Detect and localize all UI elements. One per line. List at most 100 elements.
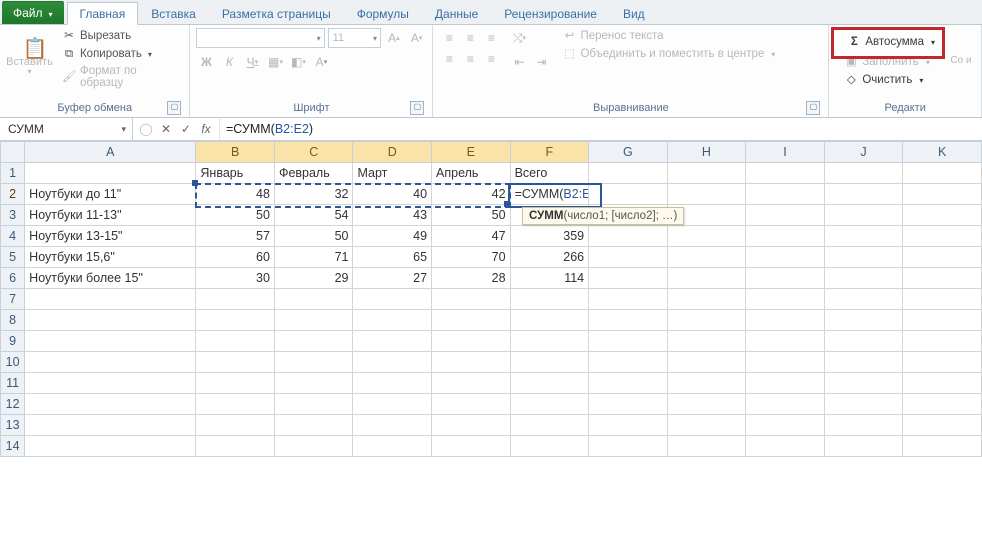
cell[interactable]	[25, 415, 196, 436]
cell[interactable]: 40	[353, 184, 432, 205]
sort-filter-button[interactable]: Со и	[947, 28, 975, 92]
cell[interactable]	[746, 394, 825, 415]
cell[interactable]: Ноутбуки 13-15"	[25, 226, 196, 247]
row-header[interactable]: 7	[1, 289, 25, 310]
cell[interactable]: 42	[432, 184, 511, 205]
cell[interactable]	[903, 436, 982, 457]
col-header-D[interactable]: D	[353, 142, 432, 163]
cell[interactable]	[353, 373, 432, 394]
cell[interactable]	[510, 373, 589, 394]
cell[interactable]	[510, 415, 589, 436]
row-header[interactable]: 4	[1, 226, 25, 247]
row-header[interactable]: 9	[1, 331, 25, 352]
cell[interactable]	[274, 352, 353, 373]
cell[interactable]	[510, 331, 589, 352]
cell[interactable]	[589, 352, 668, 373]
cell[interactable]	[824, 226, 903, 247]
cell[interactable]	[667, 373, 746, 394]
cell[interactable]: 70	[432, 247, 511, 268]
decrease-indent-button[interactable]: ⇤	[509, 52, 529, 72]
cell[interactable]	[432, 373, 511, 394]
cell[interactable]	[274, 310, 353, 331]
cell[interactable]	[903, 268, 982, 289]
cell[interactable]	[589, 163, 668, 184]
cell[interactable]: 60	[196, 247, 275, 268]
tab-file[interactable]: Файл▾	[2, 1, 64, 24]
cell-editing[interactable]: =СУММ(B2:E2)	[510, 184, 589, 205]
cell[interactable]	[432, 310, 511, 331]
cell[interactable]	[589, 310, 668, 331]
cell[interactable]	[589, 268, 668, 289]
align-center-button[interactable]: ≡	[460, 49, 480, 69]
cell[interactable]: 57	[196, 226, 275, 247]
dialog-launcher-icon[interactable]: ▢	[167, 101, 181, 115]
cell[interactable]: Апрель	[432, 163, 511, 184]
cell[interactable]: 27	[353, 268, 432, 289]
cell[interactable]	[274, 415, 353, 436]
tab-insert[interactable]: Вставка	[138, 2, 209, 24]
cell[interactable]	[824, 373, 903, 394]
row-header[interactable]: 12	[1, 394, 25, 415]
cell[interactable]	[25, 310, 196, 331]
cell[interactable]: 266	[510, 247, 589, 268]
cell[interactable]	[510, 310, 589, 331]
cell[interactable]	[274, 436, 353, 457]
cell[interactable]	[667, 352, 746, 373]
cell[interactable]	[510, 289, 589, 310]
tab-review[interactable]: Рецензирование	[491, 2, 610, 24]
cell[interactable]	[510, 352, 589, 373]
formula-input[interactable]: =СУММ(B2:E2)	[220, 122, 982, 136]
align-middle-button[interactable]: ≡	[460, 28, 480, 48]
cell[interactable]	[746, 163, 825, 184]
cell[interactable]	[824, 289, 903, 310]
cell[interactable]	[903, 184, 982, 205]
cell[interactable]: 50	[274, 226, 353, 247]
cell[interactable]	[667, 226, 746, 247]
cell[interactable]	[903, 352, 982, 373]
cell[interactable]	[196, 331, 275, 352]
cell[interactable]	[746, 226, 825, 247]
cell[interactable]	[274, 373, 353, 394]
cell[interactable]: Всего	[510, 163, 589, 184]
cell[interactable]	[353, 415, 432, 436]
dialog-launcher-icon[interactable]: ▢	[410, 101, 424, 115]
cell[interactable]: 30	[196, 268, 275, 289]
cell[interactable]	[589, 184, 668, 205]
cell[interactable]	[196, 436, 275, 457]
cell[interactable]	[746, 436, 825, 457]
cell[interactable]	[589, 415, 668, 436]
cell[interactable]	[824, 415, 903, 436]
row-header[interactable]: 14	[1, 436, 25, 457]
row-header[interactable]: 10	[1, 352, 25, 373]
cell[interactable]	[667, 247, 746, 268]
clear-button[interactable]: ◇Очистить▾	[841, 72, 941, 88]
font-color-button[interactable]: A▾	[311, 52, 331, 72]
cell[interactable]	[667, 163, 746, 184]
cell[interactable]	[25, 436, 196, 457]
row-header[interactable]: 2	[1, 184, 25, 205]
fill-button[interactable]: ▣Заполнить▾	[841, 54, 941, 70]
cell[interactable]	[274, 289, 353, 310]
cell[interactable]	[903, 394, 982, 415]
tab-view[interactable]: Вид	[610, 2, 658, 24]
row-header[interactable]: 11	[1, 373, 25, 394]
cell[interactable]	[903, 331, 982, 352]
cell[interactable]: Январь	[196, 163, 275, 184]
cell[interactable]	[824, 247, 903, 268]
cell[interactable]	[667, 184, 746, 205]
cell[interactable]	[667, 394, 746, 415]
cell[interactable]	[667, 289, 746, 310]
cell[interactable]	[25, 352, 196, 373]
cell[interactable]: Февраль	[274, 163, 353, 184]
cell[interactable]	[824, 310, 903, 331]
cell[interactable]	[589, 289, 668, 310]
cell[interactable]: 50	[196, 205, 275, 226]
cell[interactable]	[589, 373, 668, 394]
cell[interactable]	[25, 289, 196, 310]
grid[interactable]: A B C D E F G H I J K 1 Январь Февраль М…	[0, 141, 982, 457]
cell[interactable]	[903, 310, 982, 331]
paste-button[interactable]: 📋 Вставить ▾	[6, 28, 53, 90]
cancel-formula-button[interactable]: ✕	[157, 122, 175, 136]
cell[interactable]	[746, 352, 825, 373]
bold-button[interactable]: Ж	[196, 52, 216, 72]
